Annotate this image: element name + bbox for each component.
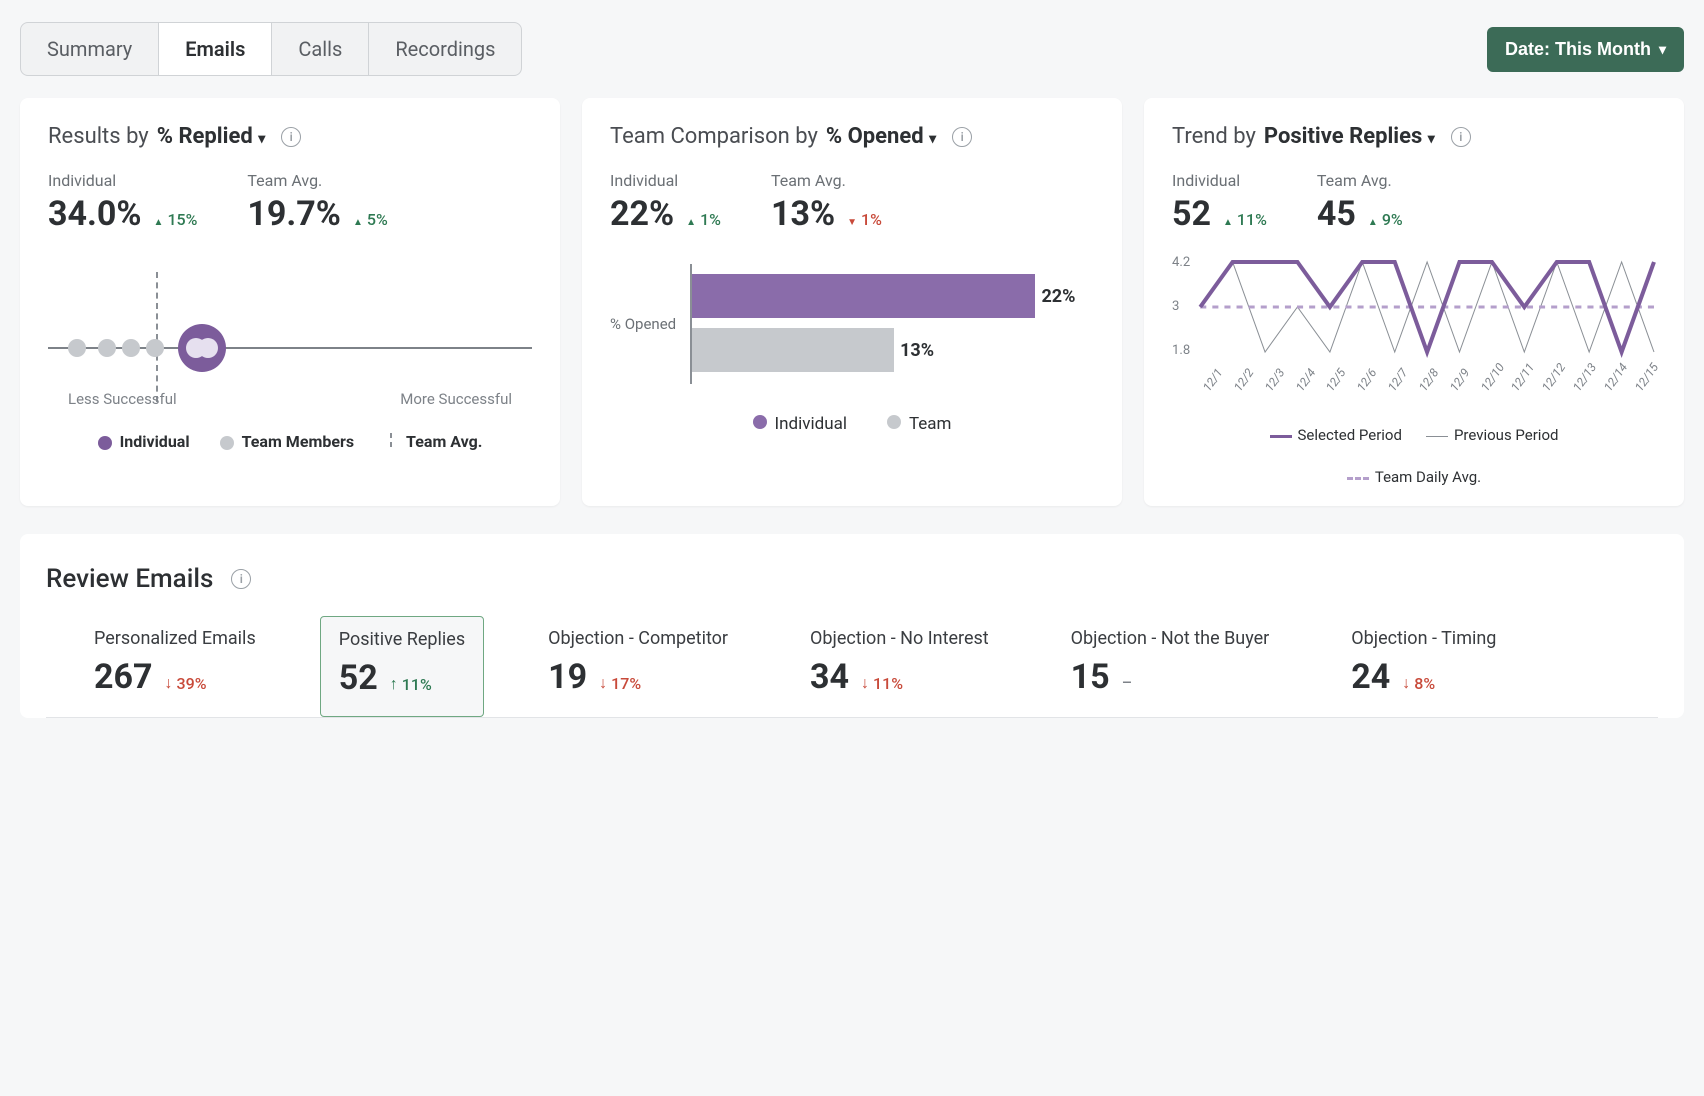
date-range-button[interactable]: Date: This Month ▾ (1487, 27, 1684, 72)
stat-tab-value: 15 (1071, 657, 1110, 697)
svg-text:1.8: 1.8 (1172, 343, 1190, 358)
review-stat-tabs: Personalized Emails 267 39% Positive Replie… (46, 600, 1658, 718)
card-results-by: Results by % Replied ▾ i Individual 34.0… (20, 98, 560, 506)
date-range-label: Date: This Month (1505, 39, 1651, 60)
card1-individual-value: 34.0% (48, 194, 142, 234)
review-heading: Review Emails (46, 564, 213, 594)
card1-individual-delta: 15% (154, 210, 198, 229)
card-team-comparison: Team Comparison by % Opened ▾ i Individu… (582, 98, 1122, 506)
card3-team-delta: 9% (1368, 210, 1403, 229)
card2-team-value: 13% (771, 194, 835, 234)
card2-prefix: Team Comparison by (610, 124, 818, 149)
stat-tab-label: Positive Replies (339, 629, 465, 650)
axis-right-label: More Successful (400, 390, 512, 408)
card2-ylabel: % Opened (610, 315, 690, 333)
card3-metric-dropdown[interactable]: Positive Replies ▾ (1264, 124, 1435, 149)
chevron-down-icon: ▾ (1659, 41, 1666, 58)
stat-tab-delta: 8% (1402, 673, 1435, 693)
tab-summary[interactable]: Summary (21, 23, 159, 75)
svg-text:4.2: 4.2 (1172, 255, 1190, 270)
stat-tab-value: 24 (1351, 657, 1390, 697)
card3-individual-delta: 11% (1223, 210, 1267, 229)
review-emails-section: Review Emails i Personalized Emails 267 39… (20, 534, 1684, 718)
tab-recordings[interactable]: Recordings (369, 23, 521, 75)
stat-tab-delta: 11% (390, 674, 432, 694)
card2-individual-delta: 1% (686, 210, 721, 229)
card1-team-value: 19.7% (247, 194, 341, 234)
info-icon[interactable]: i (1451, 127, 1471, 147)
stat-tab-label: Objection - No Interest (810, 628, 989, 649)
card1-team-delta: 5% (353, 210, 388, 229)
card3-individual-value: 52 (1172, 194, 1211, 234)
stat-tab-2[interactable]: Objection - Competitor 19 17% (530, 616, 746, 717)
stat-tab-4[interactable]: Objection - Not the Buyer 15– (1053, 616, 1288, 717)
stat-tab-label: Objection - Timing (1351, 628, 1496, 649)
stat-tab-3[interactable]: Objection - No Interest 34 11% (792, 616, 1007, 717)
stat-tab-0[interactable]: Personalized Emails 267 39% (76, 616, 274, 717)
card2-metric-dropdown[interactable]: % Opened ▾ (826, 124, 936, 149)
card3-legend: Selected Period Previous Period Team Dai… (1172, 426, 1656, 486)
info-icon[interactable]: i (231, 569, 251, 589)
stat-tab-value: 267 (94, 657, 153, 697)
stat-tab-value: 34 (810, 657, 849, 697)
chevron-down-icon: ▾ (1428, 131, 1435, 147)
trend-line-chart: 4.2 3 1.8 (1172, 252, 1656, 382)
stat-tab-delta: 17% (599, 673, 641, 693)
info-icon[interactable]: i (281, 127, 301, 147)
chevron-down-icon: ▾ (929, 131, 936, 147)
card2-individual-value: 22% (610, 194, 674, 234)
stat-tab-delta: – (1122, 673, 1132, 692)
svg-text:3: 3 (1172, 299, 1179, 314)
trend-x-ticks: 12/112/212/312/412/512/612/712/812/912/1… (1172, 386, 1656, 400)
card1-team-label: Team Avg. (247, 171, 387, 190)
card2-legend: Individual Team (610, 414, 1094, 434)
card2-team-delta: 1% (847, 210, 882, 229)
stat-tab-label: Objection - Not the Buyer (1071, 628, 1270, 649)
card1-metric-dropdown[interactable]: % Replied ▾ (157, 124, 266, 149)
stat-tab-delta: 11% (861, 673, 903, 693)
chevron-down-icon: ▾ (258, 131, 265, 147)
axis-left-label: Less Successful (68, 390, 177, 408)
stat-tab-label: Personalized Emails (94, 628, 256, 649)
main-tabs: Summary Emails Calls Recordings (20, 22, 522, 76)
stat-tab-1[interactable]: Positive Replies 52 11% (320, 616, 484, 717)
stat-tab-delta: 39% (165, 673, 207, 693)
card1-legend: Individual Team Members Team Avg. (48, 432, 532, 451)
stat-tab-value: 52 (339, 658, 378, 698)
stat-tab-label: Objection - Competitor (548, 628, 728, 649)
team-comparison-chart: 22% 13% (690, 264, 1094, 384)
card1-prefix: Results by (48, 124, 149, 149)
results-dotplot: Less Successful More Successful (48, 262, 532, 422)
info-icon[interactable]: i (952, 127, 972, 147)
card3-prefix: Trend by (1172, 124, 1256, 149)
card-trend: Trend by Positive Replies ▾ i Individual… (1144, 98, 1684, 506)
tab-emails[interactable]: Emails (159, 23, 272, 75)
card1-individual-label: Individual (48, 171, 197, 190)
stat-tab-value: 19 (548, 657, 587, 697)
card3-team-value: 45 (1317, 194, 1356, 234)
stat-tab-5[interactable]: Objection - Timing 24 8% (1333, 616, 1514, 717)
tab-calls[interactable]: Calls (272, 23, 369, 75)
